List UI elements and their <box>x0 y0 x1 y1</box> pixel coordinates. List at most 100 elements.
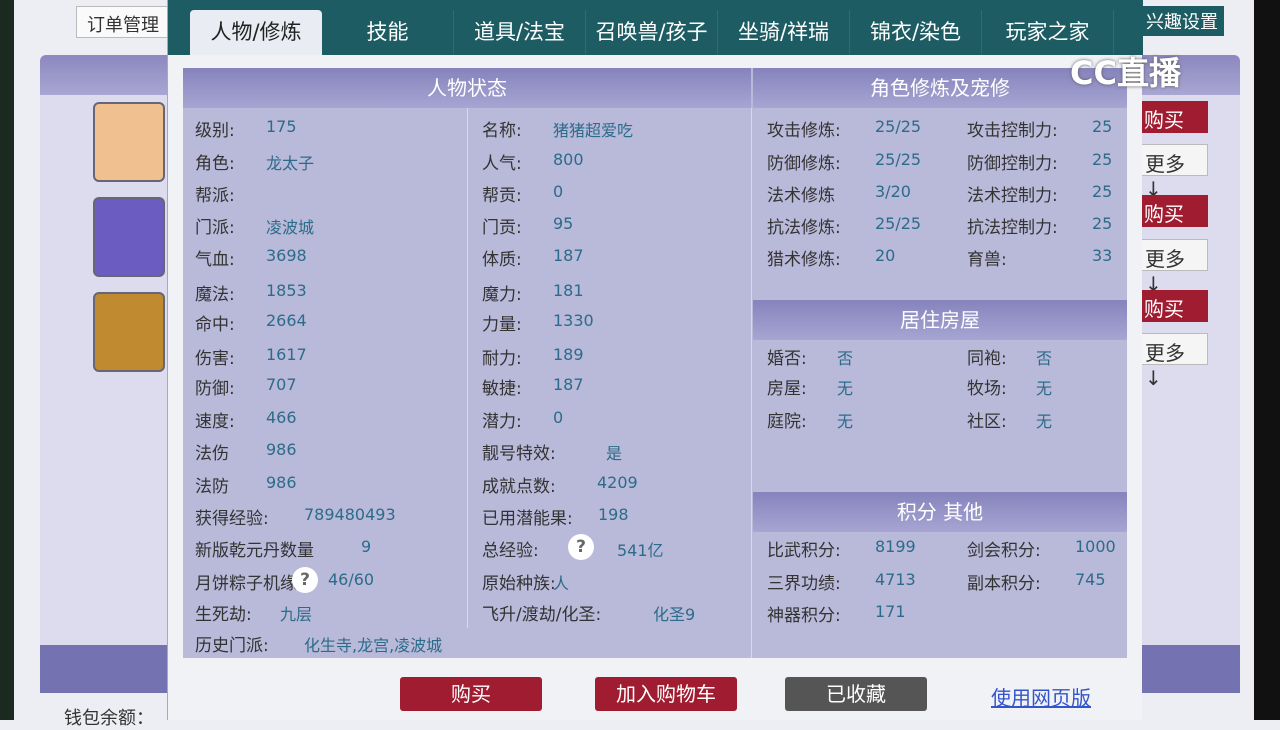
help-icon[interactable]: ? <box>292 567 318 593</box>
favorited-button[interactable]: 已收藏 <box>785 677 927 711</box>
cultivation-value: 25/25 <box>875 150 922 169</box>
status-label: 气血: <box>195 250 235 270</box>
status-label: 新版乾元丹数量 <box>195 541 314 561</box>
status-value: 986 <box>266 473 297 492</box>
help-icon[interactable]: ? <box>568 534 594 560</box>
interest-settings[interactable]: 兴趣设置 <box>1140 6 1224 36</box>
housing-value: 否 <box>1036 349 1053 368</box>
status-value: 187 <box>553 246 584 265</box>
cultivation-value: 20 <box>875 246 896 265</box>
status-value: 猪猪超爱吃 <box>553 121 634 140</box>
order-management-button[interactable]: 订单管理 <box>76 6 176 38</box>
detail-content: 人物状态 角色修炼及宠修 居住房屋 积分 其他 级别: 175 名称: 猪猪超爱吃 角色… <box>183 68 1127 658</box>
status-label: 人气: <box>482 154 522 174</box>
status-label: 帮贡: <box>482 186 522 206</box>
more-button[interactable]: 更多↓ <box>1138 144 1208 201</box>
cc-live-watermark: CC直播 <box>1070 54 1181 92</box>
cultivation-label: 抗法修炼: <box>767 218 841 238</box>
avatar[interactable] <box>93 197 165 277</box>
use-web-version-link[interactable]: 使用网页版 <box>991 682 1091 711</box>
points-value: 745 <box>1075 570 1106 589</box>
cultivation-label: 育兽: <box>967 250 1007 270</box>
cultivation-value: 25 <box>1092 117 1113 136</box>
status-value: 3698 <box>266 246 307 265</box>
status-label: 潜力: <box>482 412 522 432</box>
housing-value: 无 <box>1036 379 1053 398</box>
more-button[interactable]: 更多↓ <box>1138 333 1208 390</box>
status-label: 生死劫: <box>195 605 252 625</box>
housing-label: 牧场: <box>967 379 1007 399</box>
cultivation-label: 法术修炼 <box>767 186 835 206</box>
status-value: 541亿 <box>617 541 664 560</box>
status-value: 800 <box>553 150 584 169</box>
buy-button[interactable]: 购买 <box>400 677 542 711</box>
housing-header: 居住房屋 <box>753 300 1127 340</box>
status-value: 175 <box>266 117 297 136</box>
housing-value: 无 <box>837 412 854 431</box>
background-right-edge <box>1254 0 1280 720</box>
status-value: 化生寺,龙宫,凌波城 <box>304 636 443 655</box>
points-label: 三界功绩: <box>767 574 841 594</box>
status-value: 九层 <box>280 605 313 624</box>
cultivation-value: 33 <box>1092 246 1113 265</box>
points-value: 8199 <box>875 537 916 556</box>
add-to-cart-button[interactable]: 加入购物车 <box>595 677 737 711</box>
buy-button[interactable]: 购买 <box>1138 101 1208 133</box>
status-label: 历史门派: <box>195 636 269 656</box>
more-button[interactable]: 更多↓ <box>1138 239 1208 296</box>
divider <box>467 108 468 628</box>
housing-label: 房屋: <box>767 379 807 399</box>
buy-button[interactable]: 购买 <box>1138 290 1208 322</box>
status-label: 帮派: <box>195 186 235 206</box>
status-label: 门派: <box>195 218 235 238</box>
status-label: 耐力: <box>482 349 522 369</box>
status-label: 敏捷: <box>482 379 522 399</box>
status-label: 体质: <box>482 250 522 270</box>
cultivation-value: 3/20 <box>875 182 911 201</box>
status-value: 181 <box>553 281 584 300</box>
status-label: 成就点数: <box>482 477 556 497</box>
status-label: 角色: <box>195 154 235 174</box>
cultivation-label: 攻击控制力: <box>967 121 1058 141</box>
status-value: 是 <box>606 444 623 463</box>
status-value: 187 <box>553 375 584 394</box>
status-value: 46/60 <box>328 570 375 589</box>
status-label: 名称: <box>482 121 522 141</box>
tab-0[interactable]: 人物/修炼 <box>190 10 322 55</box>
status-label: 法防 <box>195 477 229 497</box>
housing-label: 社区: <box>967 412 1007 432</box>
divider <box>751 108 752 658</box>
status-label: 魔法: <box>195 285 235 305</box>
tab-5[interactable]: 锦衣/染色 <box>850 10 982 55</box>
buy-button[interactable]: 购买 <box>1138 195 1208 227</box>
tab-4[interactable]: 坐骑/祥瑞 <box>718 10 850 55</box>
status-label: 门贡: <box>482 218 522 238</box>
status-label: 靓号特效: <box>482 444 556 464</box>
avatar[interactable] <box>93 292 165 372</box>
tab-3[interactable]: 召唤兽/孩子 <box>586 10 718 55</box>
status-value: 龙太子 <box>266 154 315 173</box>
status-label: 防御: <box>195 379 235 399</box>
tab-2[interactable]: 道具/法宝 <box>454 10 586 55</box>
points-value: 4713 <box>875 570 916 589</box>
status-value: 0 <box>553 408 564 427</box>
status-value: 9 <box>361 537 372 556</box>
status-label: 级别: <box>195 121 235 141</box>
status-value: 0 <box>553 182 564 201</box>
points-value: 1000 <box>1075 537 1116 556</box>
status-label: 伤害: <box>195 349 235 369</box>
cultivation-value: 25/25 <box>875 214 922 233</box>
cultivation-label: 抗法控制力: <box>967 218 1058 238</box>
cultivation-value: 25 <box>1092 150 1113 169</box>
status-label: 力量: <box>482 315 522 335</box>
cultivation-label: 防御控制力: <box>967 154 1058 174</box>
status-value: 1853 <box>266 281 307 300</box>
status-value: 198 <box>598 505 629 524</box>
status-label: 原始种族: <box>482 574 556 594</box>
status-label: 月饼粽子机缘: <box>195 574 303 594</box>
avatar[interactable] <box>93 102 165 182</box>
status-label: 已用潜能果: <box>482 509 573 529</box>
tab-1[interactable]: 技能 <box>322 10 454 55</box>
housing-value: 无 <box>837 379 854 398</box>
tab-bar: 人物/修炼 技能 道具/法宝 召唤兽/孩子 坐骑/祥瑞 锦衣/染色 玩家之家 <box>168 0 1143 55</box>
